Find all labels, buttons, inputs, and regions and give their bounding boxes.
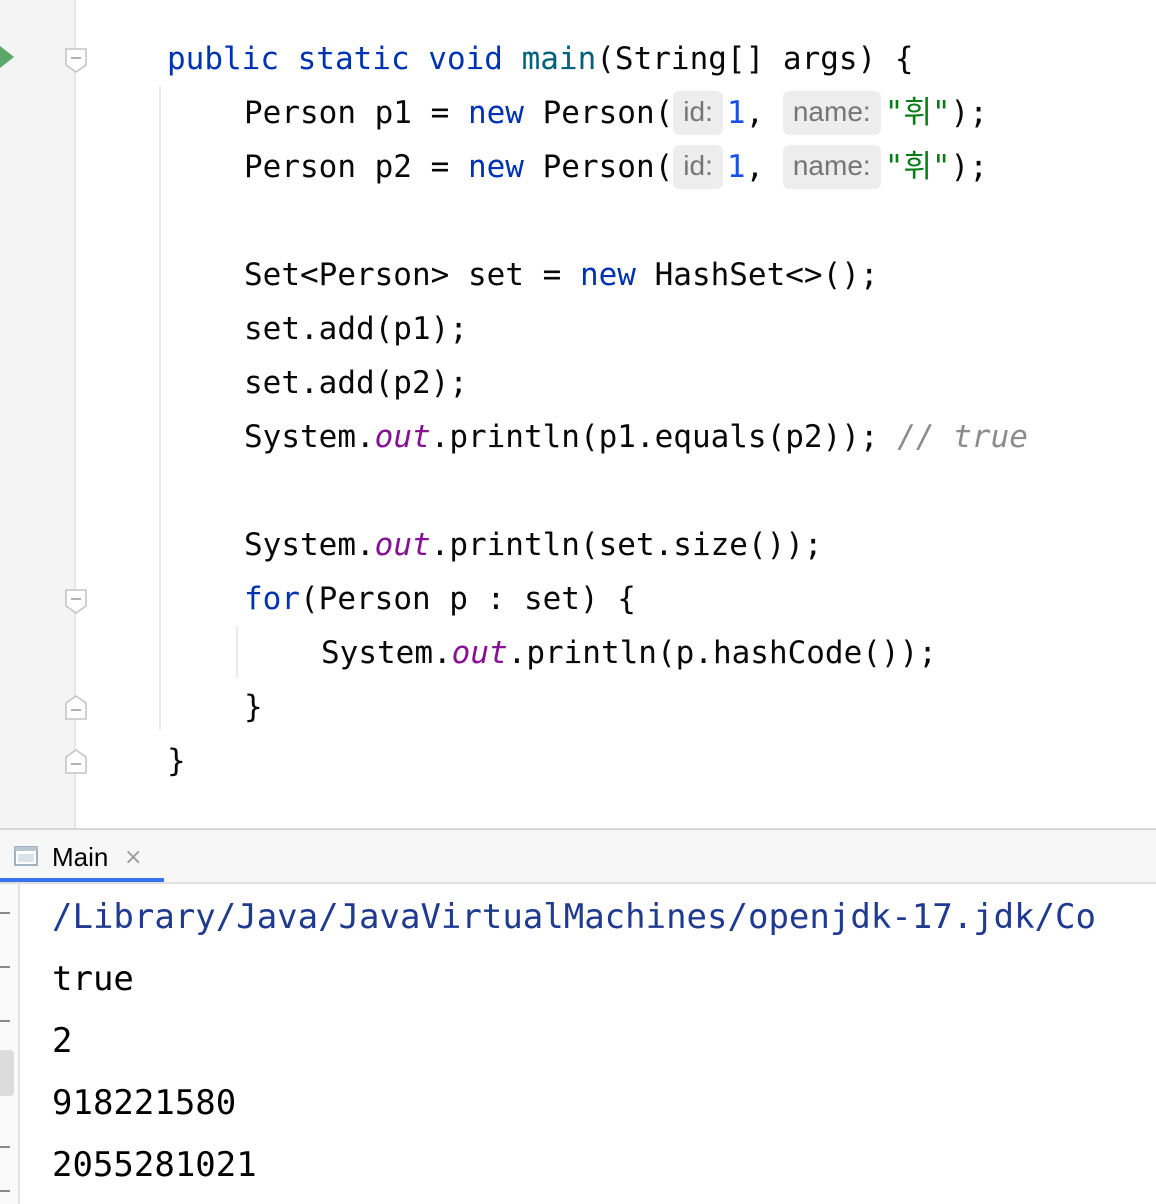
code-line-for-loop[interactable]: for(Person p : set) {	[244, 572, 636, 626]
static-field: out	[374, 419, 431, 455]
run-tab-label: Main	[52, 842, 109, 872]
code-line-add-p1[interactable]: set.add(p1);	[244, 302, 468, 356]
code-comment: // true	[897, 419, 1028, 455]
keyword: new	[579, 257, 636, 293]
keyword: public static void	[167, 41, 522, 77]
indent-guide	[236, 626, 238, 678]
keyword: new	[467, 95, 524, 131]
parameter-hint-id: id:	[673, 90, 723, 135]
code-line-p2[interactable]: Person p2 = new Person(id: 1, name: "휘");	[244, 140, 988, 194]
console-output-line: 918221580	[52, 1083, 237, 1123]
code-text: Person p2 =	[244, 149, 468, 185]
console-java-path[interactable]: /Library/Java/JavaVirtualMachines/openjd…	[52, 886, 1096, 948]
code-line-set-decl[interactable]: Set<Person> set = new HashSet<>();	[244, 248, 879, 302]
code-line-p1[interactable]: Person p1 = new Person(id: 1, name: "휘");	[244, 86, 988, 140]
code-text: HashSet<>();	[635, 257, 879, 293]
toolbar-active-button[interactable]	[0, 1050, 14, 1096]
parameter-hint-name: name:	[782, 90, 881, 135]
static-field: out	[374, 527, 431, 563]
code-text: );	[950, 149, 988, 185]
code-line-print-hashcode[interactable]: System.out.println(p.hashCode());	[321, 626, 937, 680]
string-literal: "휘"	[884, 149, 951, 185]
code-text: (Person p : set) {	[300, 581, 636, 617]
fold-icon[interactable]	[64, 588, 88, 615]
code-text: }	[167, 743, 186, 779]
code-text: Person p1 =	[244, 95, 468, 131]
parameter-hint-name: name:	[782, 144, 881, 189]
fold-icon[interactable]	[64, 694, 88, 721]
code-text: System.	[321, 635, 452, 671]
code-text: System.	[244, 527, 375, 563]
toolbar-marker	[0, 1020, 10, 1022]
code-text: ,	[745, 95, 783, 131]
string-literal: "휘"	[884, 95, 951, 131]
editor-gutter	[0, 0, 87, 828]
code-line-close-main[interactable]: }	[167, 734, 186, 788]
code-text: }	[244, 689, 263, 725]
console-output-line: true	[52, 959, 134, 999]
fold-icon[interactable]	[64, 748, 88, 775]
run-left-toolbar	[0, 884, 20, 1204]
run-tab-main[interactable]: Main ×	[0, 830, 164, 884]
code-text: set.add(p2);	[244, 365, 468, 401]
number-literal: 1	[726, 149, 746, 185]
console-output-line: 2	[52, 1021, 73, 1061]
code-line-add-p2[interactable]: set.add(p2);	[244, 356, 468, 410]
run-tab-bar: Main ×	[0, 830, 1156, 884]
code-text: .println(p.hashCode());	[507, 635, 937, 671]
code-text: Person(	[523, 149, 674, 185]
run-tool-window: Main × /Library/Java/JavaVirtualMachines…	[0, 828, 1156, 1204]
close-icon[interactable]: ×	[124, 844, 142, 872]
console-output-line: 2055281021	[52, 1145, 257, 1185]
code-line-print-size[interactable]: System.out.println(set.size());	[244, 518, 823, 572]
code-text: );	[950, 95, 988, 131]
code-line-main-signature[interactable]: public static void main(String[] args) {	[167, 32, 914, 86]
method-name: main	[521, 41, 597, 77]
code-text: .println(set.size());	[430, 527, 823, 563]
fold-icon[interactable]	[64, 47, 88, 74]
code-text: System.	[244, 419, 375, 455]
run-gutter-icon[interactable]	[0, 46, 14, 68]
code-line-print-equals[interactable]: System.out.println(p1.equals(p2)); // tr…	[244, 410, 1028, 464]
static-field: out	[451, 635, 508, 671]
code-line-close-for[interactable]: }	[244, 680, 263, 734]
code-text: Person(	[523, 95, 674, 131]
toolbar-marker	[0, 1146, 10, 1148]
code-text: ,	[745, 149, 783, 185]
toolbar-marker	[0, 1190, 10, 1192]
indent-guide	[159, 86, 161, 730]
active-tab-indicator	[0, 878, 164, 882]
number-literal: 1	[726, 95, 746, 131]
code-text: .println(p1.equals(p2));	[430, 419, 898, 455]
code-text: Set<Person> set =	[244, 257, 580, 293]
code-text: set.add(p1);	[244, 311, 468, 347]
parameter-hint-id: id:	[673, 144, 723, 189]
toolbar-marker	[0, 912, 10, 914]
toolbar-marker	[0, 966, 10, 968]
keyword: for	[244, 581, 300, 617]
code-editor[interactable]: public static void main(String[] args) {…	[0, 0, 1156, 828]
console-tab-icon	[14, 846, 38, 866]
keyword: new	[467, 149, 524, 185]
code-text: (String[] args) {	[596, 41, 914, 77]
